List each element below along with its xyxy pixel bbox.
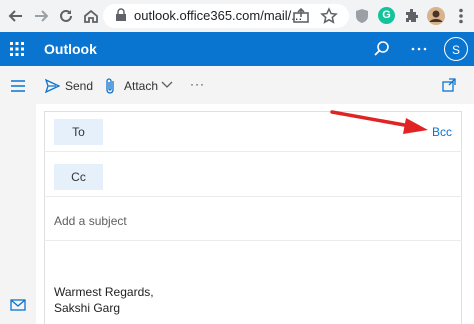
annotation-arrow: [330, 110, 428, 134]
